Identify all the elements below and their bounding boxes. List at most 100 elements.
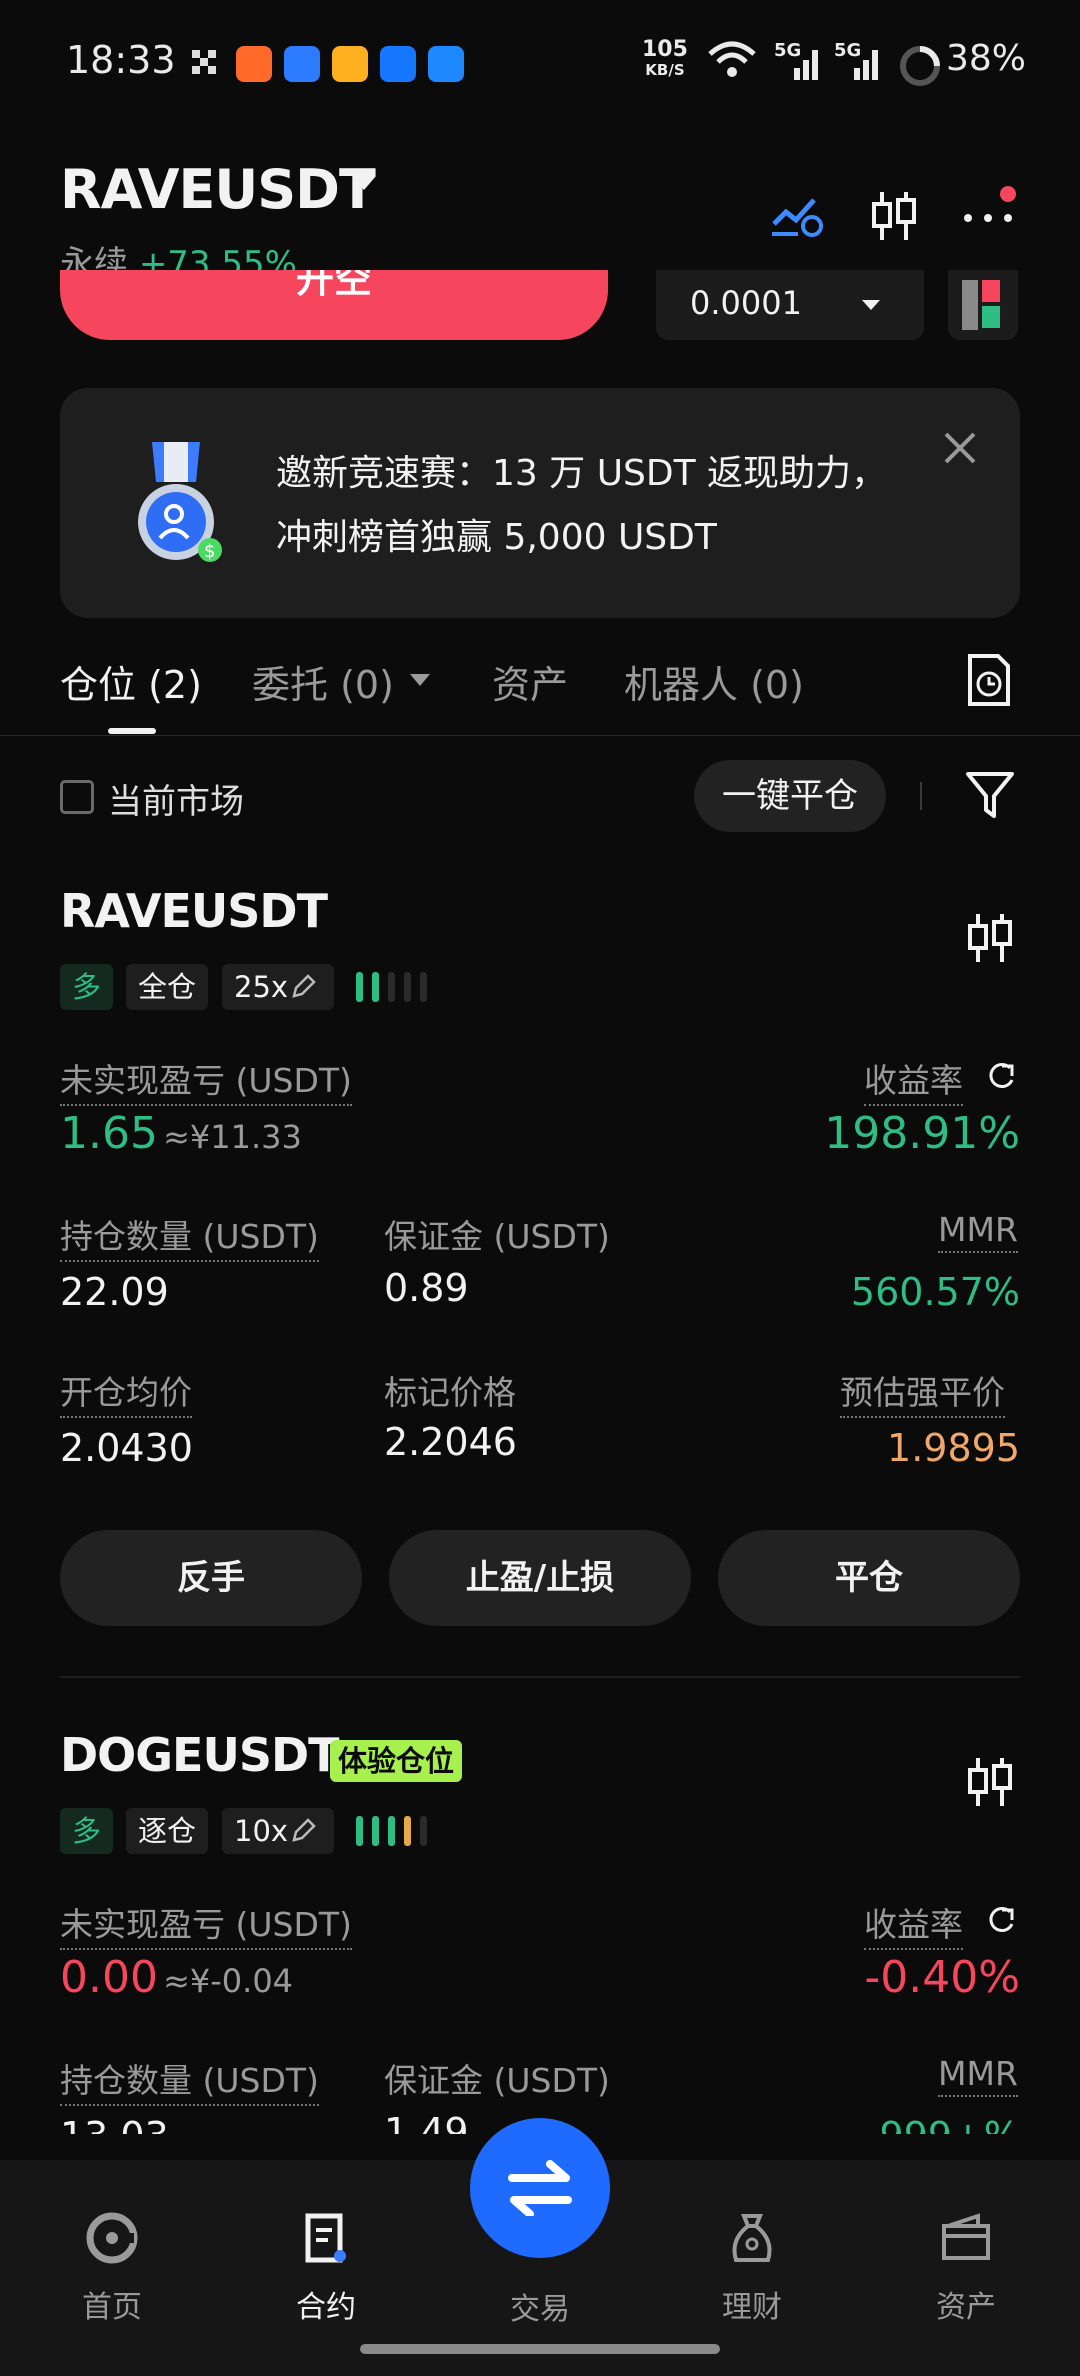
entry-price: 2.0430: [60, 1426, 193, 1470]
nav-label: 交易: [510, 2292, 570, 2327]
nav-home[interactable]: 首页: [4, 2210, 220, 2326]
liq-label[interactable]: 预估强平价: [840, 1366, 1005, 1418]
current-market-checkbox[interactable]: [60, 780, 94, 814]
promo-banner[interactable]: $ 邀新竞速赛：13 万 USDT 返现助力，冲刺榜首独赢 5,000 USDT: [60, 388, 1020, 618]
pair-selector[interactable]: RAVEUSDT: [60, 158, 376, 221]
candlestick-chart-icon[interactable]: [964, 1754, 1016, 1810]
app-icon: [284, 46, 320, 82]
position-size: 22.09: [60, 1270, 169, 1314]
price-alert-icon[interactable]: [770, 190, 826, 240]
edit-icon[interactable]: [290, 974, 316, 1000]
pnl-label[interactable]: 未实现盈亏 (USDT): [60, 1898, 352, 1950]
price-step-select[interactable]: 0.0001: [656, 270, 924, 340]
mail-icon: [332, 46, 368, 82]
nav-futures[interactable]: 合约: [218, 2210, 434, 2326]
svg-text:$: $: [204, 541, 215, 562]
mmr-value: 999+%: [700, 2114, 1020, 2134]
roe-label[interactable]: 收益率: [864, 1054, 963, 1106]
entry-label[interactable]: 开仓均价: [60, 1366, 192, 1418]
contract-icon: [305, 2213, 346, 2263]
price-step-value: 0.0001: [690, 284, 802, 322]
risk-bar: [404, 1816, 411, 1846]
close-icon[interactable]: [940, 428, 980, 468]
tab-positions[interactable]: 仓位 (2): [60, 654, 202, 709]
mark-price: 2.2046: [384, 1420, 517, 1464]
reverse-button[interactable]: 反手: [60, 1530, 362, 1626]
margin-value: 1.49: [384, 2110, 469, 2134]
risk-bar: [372, 1816, 379, 1846]
tab-underline: [108, 728, 156, 734]
share-icon[interactable]: [986, 1062, 1016, 1092]
margin-label: 保证金 (USDT): [384, 2061, 610, 2100]
size-label[interactable]: 持仓数量 (USDT): [60, 1210, 319, 1262]
risk-bar: [388, 972, 395, 1002]
chevron-down-icon[interactable]: [352, 176, 376, 190]
status-time: 18:33: [66, 38, 176, 82]
margin-mode-tag: 全仓: [126, 964, 209, 1010]
margin-value: 0.89: [384, 1266, 469, 1310]
position-tabs: 仓位 (2) 委托 (0) 资产 机器人 (0): [0, 640, 1080, 736]
tab-orders[interactable]: 委托 (0): [252, 654, 394, 709]
position-pair[interactable]: DOGEUSDT: [60, 1728, 340, 1782]
app-icon: [236, 46, 272, 82]
side-tag: 多: [60, 1808, 114, 1854]
close-all-button[interactable]: 一键平仓: [694, 760, 886, 832]
signal-icon: [794, 50, 818, 80]
tab-bots[interactable]: 机器人 (0): [624, 654, 804, 709]
battery-level: 38%: [946, 38, 1027, 79]
tab-assets[interactable]: 资产: [492, 654, 568, 709]
banner-text: 邀新竞速赛：13 万 USDT 返现助力，冲刺榜首独赢 5,000 USDT: [276, 453, 888, 558]
trial-position-badge: 体验仓位: [330, 1740, 463, 1782]
pnl-row: 0.00 ≈¥-0.04: [60, 1952, 293, 2003]
nav-label: 首页: [82, 2290, 142, 2325]
leverage-tag[interactable]: 10x: [222, 1808, 335, 1854]
tp-sl-button[interactable]: 止盈/止损: [389, 1530, 691, 1626]
risk-bar: [420, 972, 427, 1002]
open-short-button[interactable]: 开空: [60, 270, 608, 340]
pnl-cny: ≈¥-0.04: [163, 1962, 294, 2000]
liq-price: 1.9895: [887, 1426, 1020, 1470]
nav-label: 理财: [722, 2290, 782, 2325]
mmr-label[interactable]: MMR: [938, 2054, 1018, 2097]
side-tag: 多: [60, 964, 114, 1010]
risk-bar: [404, 972, 411, 1002]
close-position-button[interactable]: 平仓: [718, 1530, 1020, 1626]
order-book-layout-icon[interactable]: [948, 270, 1018, 340]
margin-mode-tag: 逐仓: [126, 1808, 209, 1854]
risk-bar: [388, 1816, 395, 1846]
pnl-label[interactable]: 未实现盈亏 (USDT): [60, 1054, 352, 1106]
nav-earn[interactable]: 理财: [644, 2210, 860, 2326]
chevron-down-icon[interactable]: [410, 674, 430, 686]
status-bar: 18:33 105 KB/S 5G 5G 38%: [0, 0, 1080, 130]
filter-icon[interactable]: [962, 766, 1018, 822]
leverage-tag[interactable]: 25x: [222, 964, 335, 1010]
position-size: 13.03: [60, 2114, 169, 2134]
nav-label: 资产: [936, 2290, 996, 2325]
share-icon[interactable]: [986, 1906, 1016, 1936]
mark-label: 标记价格: [384, 1373, 516, 1412]
candlestick-chart-icon[interactable]: [964, 910, 1016, 966]
mmr-label[interactable]: MMR: [938, 1210, 1018, 1253]
home-indicator[interactable]: [360, 2344, 720, 2354]
roe-label[interactable]: 收益率: [864, 1898, 963, 1950]
risk-bar: [356, 972, 363, 1002]
size-label[interactable]: 持仓数量 (USDT): [60, 2054, 319, 2106]
unrealized-pnl: 0.00: [60, 1952, 158, 2003]
divider: [920, 782, 922, 810]
candlestick-chart-icon[interactable]: [868, 188, 920, 244]
risk-bar: [420, 1816, 427, 1846]
more-icon[interactable]: [960, 182, 1020, 232]
trade-button[interactable]: [470, 2118, 610, 2258]
swap-icon: [508, 2160, 572, 2216]
history-icon[interactable]: [964, 652, 1014, 708]
wallet-icon: [942, 2213, 990, 2260]
edit-icon[interactable]: [290, 1818, 316, 1844]
unrealized-pnl: 1.65: [60, 1108, 158, 1159]
position-pair[interactable]: RAVEUSDT: [60, 884, 328, 938]
nav-trade[interactable]: 交易: [432, 2272, 648, 2328]
nav-assets[interactable]: 资产: [858, 2210, 1074, 2326]
signal-icon: [854, 50, 878, 80]
mmr-value: 560.57%: [850, 1270, 1020, 1314]
divider: [60, 1676, 1020, 1678]
chevron-down-icon: [862, 300, 880, 310]
